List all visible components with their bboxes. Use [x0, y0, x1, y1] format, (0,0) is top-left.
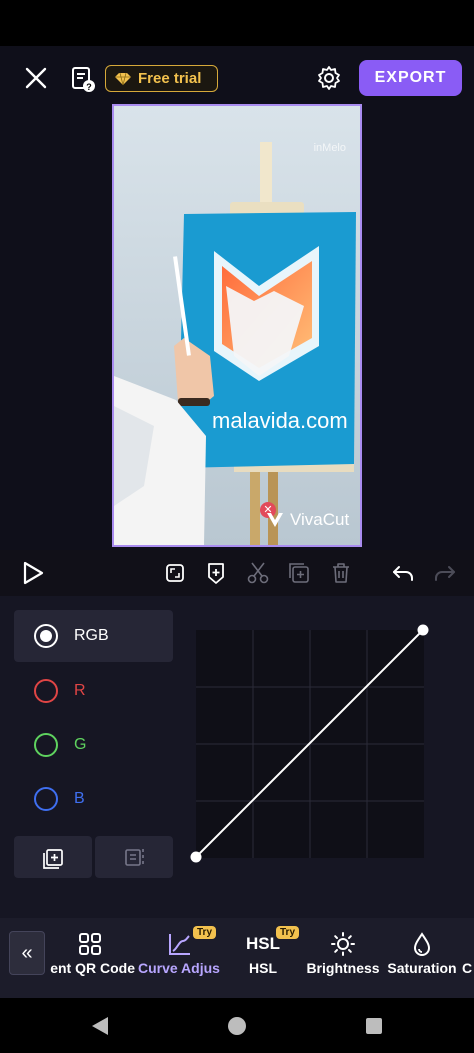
tab-qr-code[interactable]: ent QR Code — [45, 930, 135, 980]
radio-icon — [34, 679, 58, 703]
nav-icons — [92, 1017, 382, 1035]
system-nav-bar — [0, 998, 474, 1053]
play-button[interactable] — [20, 560, 46, 586]
settings-button[interactable] — [313, 62, 345, 94]
duplicate-button[interactable] — [286, 560, 312, 586]
tab-label: Brightness — [306, 960, 380, 976]
channel-label: R — [74, 682, 86, 699]
trash-icon — [333, 563, 349, 583]
add-keyframe-icon — [208, 563, 224, 584]
try-badge: Try — [276, 926, 300, 939]
export-button[interactable]: EXPORT — [359, 60, 462, 96]
double-chevron-left-icon: « — [21, 941, 33, 964]
scissors-icon — [247, 562, 269, 584]
remove-point-button[interactable] — [95, 836, 173, 878]
curve-icon — [169, 934, 190, 955]
tab-label: C — [462, 960, 473, 976]
channel-g[interactable]: G — [14, 719, 173, 771]
curve-point-end[interactable] — [417, 624, 429, 636]
tab-label: Curve Adjus — [138, 960, 220, 976]
undo-button[interactable] — [390, 560, 416, 586]
watermark-top: inMelo — [313, 142, 346, 154]
channel-label: G — [74, 736, 87, 753]
fullscreen-icon — [166, 564, 184, 582]
qr-code-icon — [79, 933, 101, 955]
channel-b[interactable]: B — [14, 773, 173, 825]
saturation-icon — [413, 932, 431, 956]
document-help-icon: ? — [72, 67, 95, 92]
vivacut-watermark: VivaCut — [266, 510, 349, 530]
status-bar — [0, 0, 474, 46]
radio-icon — [34, 733, 58, 757]
gear-icon — [318, 66, 340, 90]
collapse-button[interactable]: « — [9, 931, 45, 975]
free-trial-label: Free trial — [138, 70, 202, 87]
tab-label: ent QR Code — [50, 960, 135, 976]
curve-point-start[interactable] — [190, 851, 202, 863]
channel-rgb[interactable]: RGB — [14, 610, 173, 662]
vivacut-logo-icon — [267, 513, 283, 527]
radio-icon — [34, 624, 58, 648]
video-preview[interactable]: malavida.com inMelo ✕ VivaCut — [112, 104, 362, 547]
redo-icon — [435, 566, 455, 581]
preview-frame-image: malavida.com — [114, 106, 360, 545]
undo-icon — [393, 566, 413, 581]
tab-brightness[interactable]: Brightness — [302, 930, 384, 980]
tab-label: HSL — [249, 960, 277, 976]
remove-layer-icon — [125, 849, 144, 866]
radio-icon — [34, 787, 58, 811]
fullscreen-button[interactable] — [162, 560, 188, 586]
keyframe-button[interactable] — [203, 560, 229, 586]
duplicate-icon — [289, 563, 309, 583]
add-layer-icon — [43, 849, 63, 869]
brightness-icon — [331, 932, 355, 956]
delete-button[interactable] — [328, 560, 354, 586]
split-button[interactable] — [245, 560, 271, 586]
tab-saturation[interactable]: Saturation — [384, 930, 460, 980]
try-badge: Try — [193, 926, 217, 939]
project-notes-button[interactable]: ? — [68, 62, 98, 94]
close-icon — [25, 67, 47, 89]
svg-text:?: ? — [86, 82, 92, 92]
home-icon[interactable] — [228, 1017, 246, 1035]
channel-label: B — [74, 790, 85, 807]
curve-points — [190, 624, 429, 863]
back-icon[interactable] — [92, 1017, 108, 1035]
sign-text: malavida.com — [212, 408, 348, 433]
add-point-button[interactable] — [14, 836, 92, 878]
hsl-icon: HSL — [246, 934, 280, 953]
channel-label: RGB — [74, 627, 109, 644]
redo-button[interactable] — [432, 560, 458, 586]
tab-label: Saturation — [387, 960, 457, 976]
tab-partial[interactable]: C — [462, 930, 474, 980]
close-button[interactable] — [20, 62, 52, 94]
recents-icon[interactable] — [366, 1018, 382, 1034]
channel-r[interactable]: R — [14, 665, 173, 717]
play-icon — [23, 561, 44, 585]
vivacut-label: VivaCut — [290, 510, 350, 529]
free-trial-button[interactable]: Free trial — [105, 65, 218, 92]
diamond-icon — [115, 72, 131, 85]
